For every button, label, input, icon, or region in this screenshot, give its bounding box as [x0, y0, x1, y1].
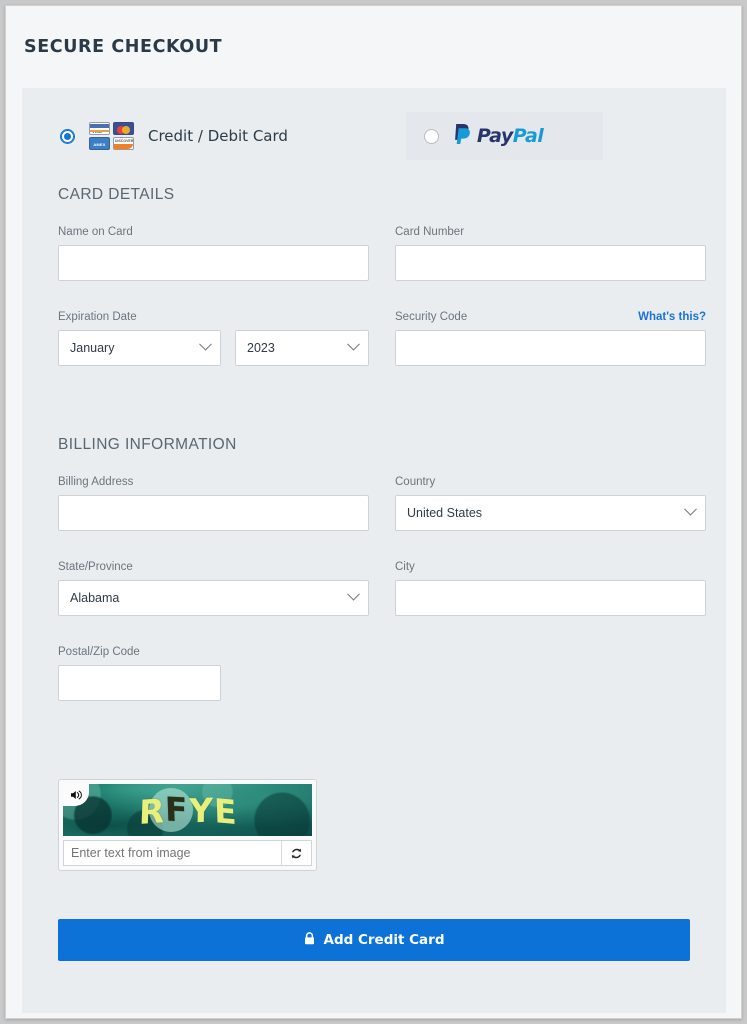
- card-number-label: Card Number: [395, 226, 465, 238]
- card-details-left-column: Name on Card: [58, 226, 369, 295]
- lock-icon: [304, 931, 315, 949]
- postal-grid: Postal/Zip Code: [58, 646, 690, 715]
- state-column: State/Province Alabama: [58, 561, 369, 630]
- state-city-grid: State/Province Alabama City: [58, 561, 706, 630]
- billing-information-heading: BILLING INFORMATION: [58, 436, 237, 453]
- postal-field: Postal/Zip Code: [58, 646, 369, 701]
- city-field: City: [395, 561, 706, 616]
- checkout-page: SECURE CHECKOUT VISA AMEX DISCOVER Credi…: [5, 5, 742, 1019]
- expiration-month-select[interactable]: January: [58, 330, 221, 366]
- paypal-wordmark: PayPal: [476, 125, 544, 147]
- security-code-label-row: Security Code What's this?: [395, 311, 706, 323]
- whats-this-link[interactable]: What's this?: [638, 311, 706, 323]
- speaker-icon: [70, 790, 82, 800]
- paypal-logo: PayPal: [453, 123, 544, 150]
- card-brand-icons: VISA AMEX DISCOVER: [89, 122, 134, 150]
- security-code-field: Security Code What's this?: [395, 311, 706, 366]
- security-code-column: Security Code What's this?: [395, 311, 706, 380]
- visa-icon: VISA: [89, 122, 110, 135]
- name-on-card-label: Name on Card: [58, 226, 133, 238]
- captcha-input[interactable]: [64, 841, 281, 865]
- country-value: United States: [407, 506, 483, 520]
- expiration-column: Expiration Date January 2023: [58, 311, 369, 380]
- chevron-down-icon: [347, 587, 360, 601]
- country-label: Country: [395, 476, 436, 488]
- chevron-down-icon: [199, 337, 212, 351]
- credit-card-label: Credit / Debit Card: [148, 127, 288, 145]
- paypal-mark-icon: [453, 123, 472, 150]
- billing-address-column: Billing Address: [58, 476, 369, 545]
- country-column: Country United States: [395, 476, 706, 545]
- chevron-down-icon: [684, 502, 697, 516]
- add-credit-card-button[interactable]: Add Credit Card: [58, 919, 690, 961]
- postal-spacer: [395, 646, 706, 715]
- captcha-letter-3: Y: [188, 790, 213, 830]
- refresh-icon: [291, 847, 302, 859]
- page-title: SECURE CHECKOUT: [24, 37, 223, 57]
- city-column: City: [395, 561, 706, 630]
- state-select[interactable]: Alabama: [58, 580, 369, 616]
- postal-input[interactable]: [58, 665, 221, 701]
- city-label: City: [395, 561, 415, 573]
- captcha-challenge-text: R F Y E: [63, 784, 312, 836]
- expiration-date-label: Expiration Date: [58, 311, 137, 323]
- city-input[interactable]: [395, 580, 706, 616]
- captcha-widget: R F Y E: [58, 779, 317, 871]
- card-details-right-column: Card Number: [395, 226, 706, 295]
- discover-icon: DISCOVER: [113, 137, 134, 150]
- state-field: State/Province Alabama: [58, 561, 369, 616]
- state-value: Alabama: [70, 591, 120, 605]
- captcha-letter-1: R: [138, 790, 165, 832]
- postal-label: Postal/Zip Code: [58, 646, 140, 658]
- captcha-letter-4: E: [213, 790, 237, 832]
- country-select[interactable]: United States: [395, 495, 706, 531]
- country-field: Country United States: [395, 476, 706, 531]
- paypal-radio[interactable]: [423, 128, 439, 144]
- billing-address-input[interactable]: [58, 495, 369, 531]
- amex-icon-label: AMEX: [93, 142, 106, 147]
- expiration-month-value: January: [70, 341, 115, 355]
- captcha-refresh-button[interactable]: [281, 841, 311, 865]
- amex-icon: AMEX: [89, 137, 110, 150]
- expiration-date-field: Expiration Date January 2023: [58, 311, 369, 366]
- payment-method-selector: VISA AMEX DISCOVER Credit / Debit Card P…: [58, 112, 690, 160]
- mastercard-icon: [113, 122, 134, 135]
- billing-address-country-grid: Billing Address Country United States: [58, 476, 706, 545]
- card-details-grid: Name on Card Card Number: [58, 226, 706, 295]
- payment-method-paypal[interactable]: PayPal: [405, 112, 604, 160]
- state-label: State/Province: [58, 561, 133, 573]
- captcha-input-row: [63, 840, 312, 866]
- discover-icon-label: DISCOVER: [115, 139, 134, 143]
- card-number-field: Card Number: [395, 226, 706, 281]
- paypal-word-pal: Pal: [512, 125, 544, 147]
- expiration-year-value: 2023: [247, 341, 275, 355]
- security-code-label: Security Code: [395, 311, 468, 323]
- captcha-image: R F Y E: [63, 784, 312, 836]
- captcha-letter-2: F: [164, 788, 189, 830]
- credit-card-radio[interactable]: [60, 128, 75, 144]
- checkout-panel: VISA AMEX DISCOVER Credit / Debit Card P…: [22, 88, 726, 1013]
- payment-method-credit-card[interactable]: VISA AMEX DISCOVER Credit / Debit Card: [58, 112, 302, 160]
- expiration-year-select[interactable]: 2023: [235, 330, 369, 366]
- card-details-heading: CARD DETAILS: [58, 186, 175, 203]
- name-on-card-field: Name on Card: [58, 226, 369, 281]
- billing-address-label: Billing Address: [58, 476, 134, 488]
- security-code-input[interactable]: [395, 330, 706, 366]
- paypal-word-pay: Pay: [476, 125, 513, 147]
- page-header: SECURE CHECKOUT: [6, 6, 741, 88]
- expiration-security-grid: Expiration Date January 2023 Security Co…: [58, 311, 706, 380]
- card-number-input[interactable]: [395, 245, 706, 281]
- expiration-selects: January 2023: [58, 330, 369, 366]
- add-credit-card-label: Add Credit Card: [323, 932, 445, 948]
- name-on-card-input[interactable]: [58, 245, 369, 281]
- chevron-down-icon: [347, 337, 360, 351]
- billing-address-field: Billing Address: [58, 476, 369, 531]
- postal-column: Postal/Zip Code: [58, 646, 369, 715]
